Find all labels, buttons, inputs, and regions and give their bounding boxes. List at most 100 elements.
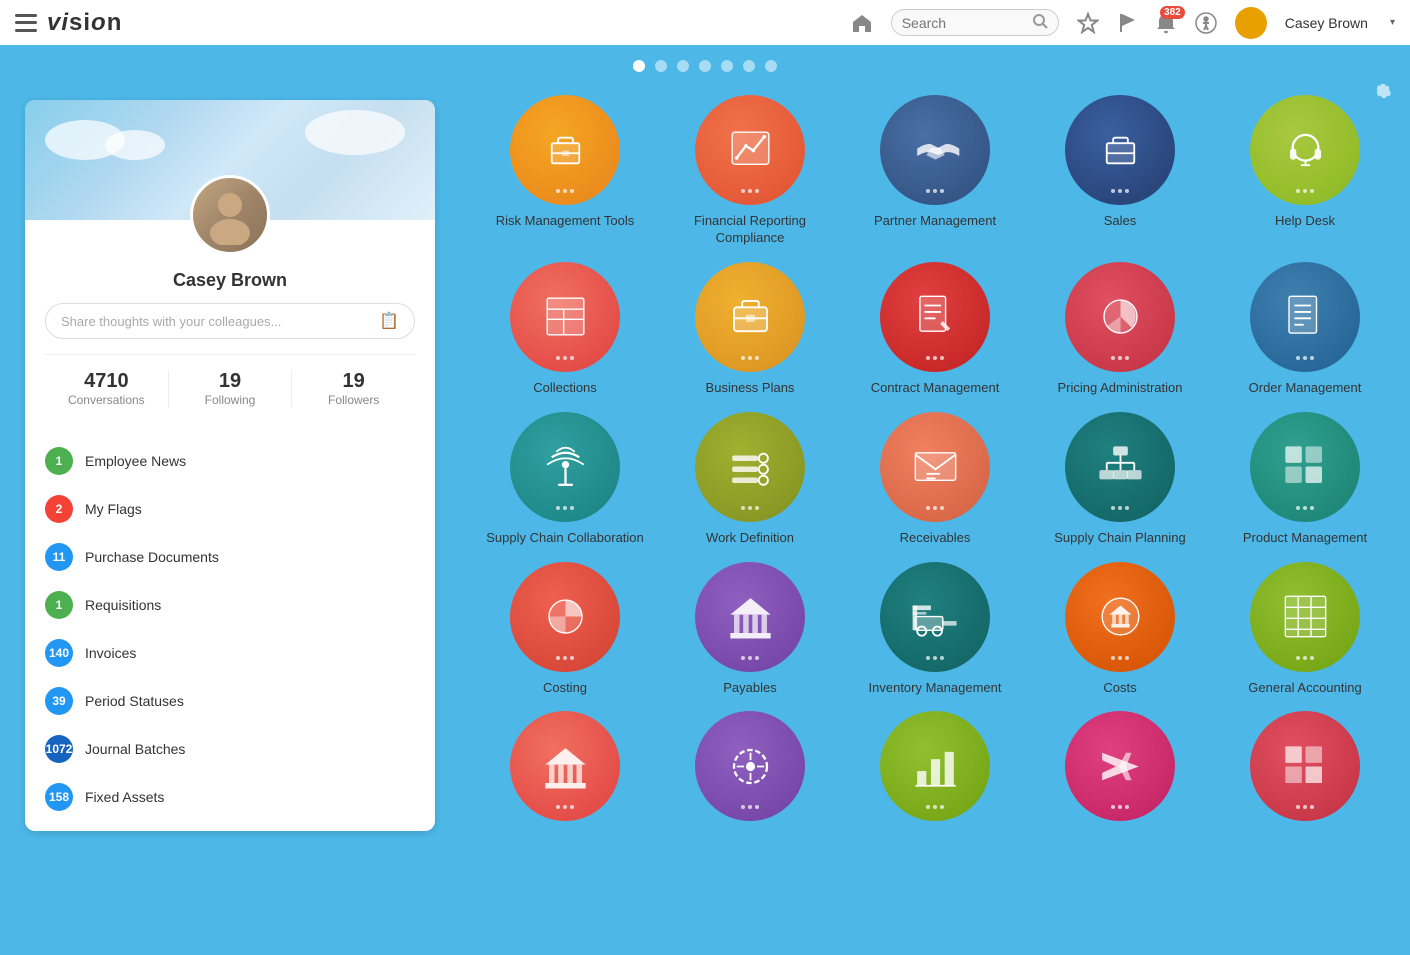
app-item-general-accounting[interactable]: General Accounting xyxy=(1220,562,1390,697)
app-circle-sales xyxy=(1065,95,1175,205)
app-item-pricing-administration[interactable]: Pricing Administration xyxy=(1035,262,1205,397)
nav-item-fixed-assets[interactable]: 158 Fixed Assets xyxy=(25,773,435,821)
app-circle-app-24 xyxy=(1065,711,1175,821)
nav-item-period-statuses[interactable]: 39 Period Statuses xyxy=(25,677,435,725)
profile-avatar-wrap xyxy=(190,175,270,255)
app-item-app-24[interactable] xyxy=(1035,711,1205,829)
menu-icon[interactable] xyxy=(15,14,37,32)
app-label-product-management: Product Management xyxy=(1243,530,1367,547)
search-icon xyxy=(1032,13,1048,32)
app-label-risk-management: Risk Management Tools xyxy=(496,213,635,230)
notification-badge: 382 xyxy=(1160,6,1185,19)
nav-item-invoices[interactable]: 140 Invoices xyxy=(25,629,435,677)
conversations-stat: 4710 Conversations xyxy=(45,370,168,407)
profile-card: Casey Brown Share thoughts with your col… xyxy=(25,100,435,831)
page-dot-3[interactable] xyxy=(677,60,689,72)
nav-item-label: My Flags xyxy=(85,501,142,517)
nav-badge-count: 1 xyxy=(56,598,63,612)
notifications-button[interactable]: 382 xyxy=(1155,12,1177,34)
app-item-business-plans[interactable]: Business Plans xyxy=(665,262,835,397)
app-circle-work-definition xyxy=(695,412,805,522)
app-item-app-25[interactable] xyxy=(1220,711,1390,829)
nav-badge-count: 1 xyxy=(56,454,63,468)
app-circle-help-desk xyxy=(1250,95,1360,205)
app-label-inventory-management: Inventory Management xyxy=(869,680,1002,697)
nav-item-label: Requisitions xyxy=(85,597,161,613)
app-circle-pricing-administration xyxy=(1065,262,1175,372)
app-item-app-22[interactable] xyxy=(665,711,835,829)
favorites-button[interactable] xyxy=(1077,12,1099,34)
app-item-payables[interactable]: Payables xyxy=(665,562,835,697)
page-dot-7[interactable] xyxy=(765,60,777,72)
page-dot-2[interactable] xyxy=(655,60,667,72)
home-button[interactable] xyxy=(851,13,873,33)
nav-item-employee-news[interactable]: 1 Employee News xyxy=(25,437,435,485)
app-label-help-desk: Help Desk xyxy=(1275,213,1335,230)
app-label-partner-management: Partner Management xyxy=(874,213,996,230)
app-item-work-definition[interactable]: Work Definition xyxy=(665,412,835,547)
app-item-financial-reporting[interactable]: Financial Reporting Compliance xyxy=(665,95,835,247)
app-item-costs[interactable]: Costs xyxy=(1035,562,1205,697)
nav-item-journal-batches[interactable]: 1072 Journal Batches xyxy=(25,725,435,773)
app-item-order-management[interactable]: Order Management xyxy=(1220,262,1390,397)
nav-item-purchase-documents[interactable]: 11 Purchase Documents xyxy=(25,533,435,581)
app-item-app-23[interactable] xyxy=(850,711,1020,829)
following-label: Following xyxy=(169,393,292,407)
nav-item-label: Invoices xyxy=(85,645,136,661)
nav-item-my-flags[interactable]: 2 My Flags xyxy=(25,485,435,533)
page-dot-1[interactable] xyxy=(633,60,645,72)
app-label-work-definition: Work Definition xyxy=(706,530,794,547)
app-circle-general-accounting xyxy=(1250,562,1360,672)
app-circle-receivables xyxy=(880,412,990,522)
page-dot-4[interactable] xyxy=(699,60,711,72)
app-item-partner-management[interactable]: Partner Management xyxy=(850,95,1020,247)
app-item-collections[interactable]: Collections xyxy=(480,262,650,397)
app-circle-app-22 xyxy=(695,711,805,821)
user-name-button[interactable]: Casey Brown xyxy=(1285,15,1368,31)
nav-list: 1 Employee News 2 My Flags 11 Purchase D… xyxy=(25,437,435,831)
app-item-contract-management[interactable]: Contract Management xyxy=(850,262,1020,397)
flag-button[interactable] xyxy=(1117,12,1137,34)
left-panel: Casey Brown Share thoughts with your col… xyxy=(0,80,460,955)
app-label-collections: Collections xyxy=(533,380,597,397)
app-item-supply-chain-planning[interactable]: Supply Chain Planning xyxy=(1035,412,1205,547)
thoughts-placeholder: Share thoughts with your colleagues... xyxy=(61,314,281,329)
app-item-product-management[interactable]: Product Management xyxy=(1220,412,1390,547)
nav-item-label: Fixed Assets xyxy=(85,789,164,805)
app-circle-app-25 xyxy=(1250,711,1360,821)
nav-badge-count: 2 xyxy=(56,502,63,516)
right-panel: Risk Management Tools Financial Reportin… xyxy=(460,80,1410,955)
search-input[interactable] xyxy=(902,15,1032,31)
app-item-risk-management[interactable]: Risk Management Tools xyxy=(480,95,650,247)
app-circle-financial-reporting xyxy=(695,95,805,205)
app-circle-product-management xyxy=(1250,412,1360,522)
profile-thoughts-input[interactable]: Share thoughts with your colleagues... 📋 xyxy=(45,303,415,339)
app-circle-supply-chain-planning xyxy=(1065,412,1175,522)
app-item-app-21[interactable] xyxy=(480,711,650,829)
app-label-pricing-administration: Pricing Administration xyxy=(1058,380,1183,397)
nav-item-label: Journal Batches xyxy=(85,741,185,757)
app-item-supply-chain-collaboration[interactable]: Supply Chain Collaboration xyxy=(480,412,650,547)
followers-label: Followers xyxy=(292,393,415,407)
nav-item-requisitions[interactable]: 1 Requisitions xyxy=(25,581,435,629)
app-item-inventory-management[interactable]: Inventory Management xyxy=(850,562,1020,697)
nav-badge-count: 1072 xyxy=(46,742,73,756)
app-circle-business-plans xyxy=(695,262,805,372)
app-label-receivables: Receivables xyxy=(900,530,971,547)
app-item-receivables[interactable]: Receivables xyxy=(850,412,1020,547)
page-dot-5[interactable] xyxy=(721,60,733,72)
followers-stat: 19 Followers xyxy=(291,370,415,407)
app-item-sales[interactable]: Sales xyxy=(1035,95,1205,247)
header: vision xyxy=(0,0,1410,45)
app-item-help-desk[interactable]: Help Desk xyxy=(1220,95,1390,247)
user-dropdown-arrow[interactable]: ▾ xyxy=(1390,17,1395,28)
app-item-costing[interactable]: Costing xyxy=(480,562,650,697)
search-box xyxy=(891,9,1059,36)
profile-background xyxy=(25,100,435,220)
app-circle-order-management xyxy=(1250,262,1360,372)
app-label-sales: Sales xyxy=(1104,213,1137,230)
accessibility-button[interactable] xyxy=(1195,12,1217,34)
page-dot-6[interactable] xyxy=(743,60,755,72)
profile-stats: 4710 Conversations 19 Following 19 Follo… xyxy=(45,354,415,407)
settings-gear-button[interactable] xyxy=(1370,80,1392,108)
